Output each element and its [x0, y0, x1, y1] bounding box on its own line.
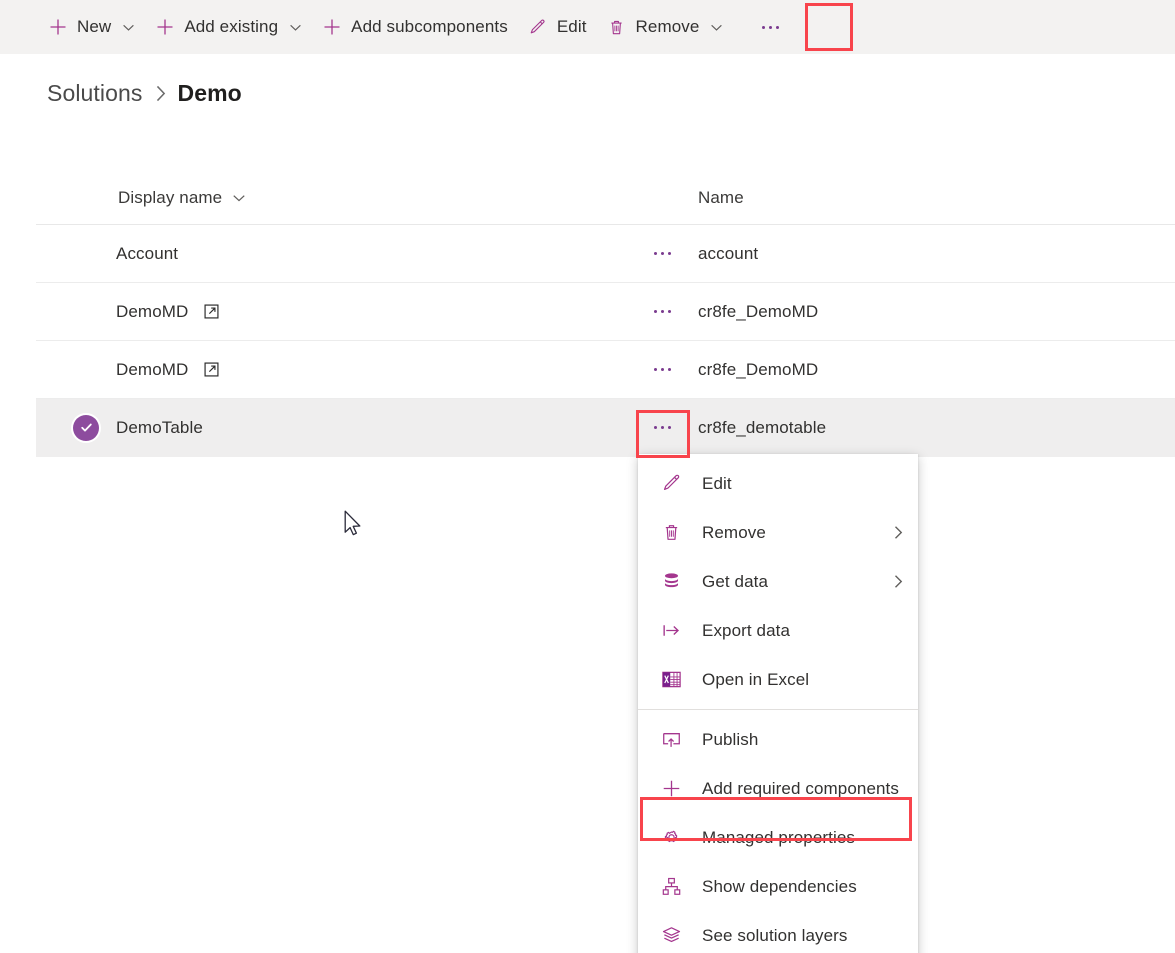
table-row-selected[interactable]: DemoTable cr8fe_demotable	[36, 399, 1175, 457]
chevron-down-icon	[121, 20, 135, 34]
command-bar: New Add existing Add subcomponents Edit	[0, 0, 1175, 54]
menu-item-export-data[interactable]: Export data	[638, 606, 918, 655]
command-new[interactable]: New	[38, 5, 145, 49]
menu-item-get-data[interactable]: Get data	[638, 557, 918, 606]
breadcrumb-separator-icon	[154, 85, 167, 102]
column-header-name-label: Name	[698, 188, 744, 207]
trash-icon	[607, 17, 627, 37]
menu-item-remove[interactable]: Remove	[638, 508, 918, 557]
ellipsis-icon	[653, 426, 671, 429]
command-add-existing[interactable]: Add existing	[145, 5, 312, 49]
external-link-icon[interactable]	[204, 362, 219, 377]
row-actions-button-active[interactable]	[626, 426, 698, 429]
pencil-icon	[528, 17, 548, 37]
row-display-name: Account	[116, 243, 179, 263]
components-grid: Display name Name Account account DemoMD	[36, 172, 1175, 457]
menu-item-edit[interactable]: Edit	[638, 459, 918, 508]
menu-item-edit-label: Edit	[702, 473, 732, 493]
external-link-icon[interactable]	[204, 304, 219, 319]
ellipsis-icon	[761, 25, 779, 29]
command-overflow-button[interactable]	[743, 0, 797, 54]
cell-display-name: DemoMD	[36, 360, 626, 380]
plus-icon	[48, 17, 68, 37]
ellipsis-icon	[653, 310, 671, 313]
table-row[interactable]: DemoMD cr8fe_DemoMD	[36, 283, 1175, 341]
trash-icon	[660, 522, 682, 544]
column-header-display-name-label: Display name	[118, 188, 223, 207]
command-remove[interactable]: Remove	[597, 5, 734, 49]
row-actions-button[interactable]	[626, 368, 698, 371]
row-actions-button[interactable]	[626, 310, 698, 313]
row-check-slot[interactable]	[68, 414, 104, 441]
row-display-name: DemoMD	[116, 359, 189, 379]
chevron-right-icon	[890, 525, 906, 541]
layers-icon	[660, 925, 682, 947]
row-name: cr8fe_DemoMD	[698, 301, 819, 321]
menu-item-get-data-label: Get data	[702, 571, 769, 591]
menu-divider	[638, 709, 918, 710]
menu-item-managed-properties[interactable]: Managed properties	[638, 813, 918, 862]
gear-icon	[660, 827, 682, 849]
cell-display-name: Account	[36, 244, 626, 264]
ellipsis-icon	[653, 368, 671, 371]
ellipsis-icon	[653, 252, 671, 255]
menu-item-export-data-label: Export data	[702, 620, 791, 640]
menu-item-open-in-excel-label: Open in Excel	[702, 669, 810, 689]
menu-item-see-solution-layers-label: See solution layers	[702, 925, 848, 945]
breadcrumb-solutions[interactable]: Solutions	[47, 80, 143, 107]
plus-icon	[322, 17, 342, 37]
command-edit[interactable]: Edit	[518, 5, 597, 49]
menu-item-publish-label: Publish	[702, 729, 759, 749]
column-header-display-name[interactable]: Display name	[36, 188, 626, 208]
menu-item-remove-label: Remove	[702, 522, 766, 542]
row-actions-button[interactable]	[626, 252, 698, 255]
menu-item-publish[interactable]: Publish	[638, 715, 918, 764]
column-header-name[interactable]: Name	[698, 188, 1175, 208]
export-icon	[660, 620, 682, 642]
menu-item-show-dependencies-label: Show dependencies	[702, 876, 857, 896]
cell-display-name: DemoTable	[36, 414, 626, 441]
chevron-right-icon	[890, 574, 906, 590]
command-add-subcomponents[interactable]: Add subcomponents	[312, 5, 518, 49]
command-remove-label: Remove	[635, 17, 700, 36]
menu-item-add-required-components-label: Add required components	[702, 778, 899, 798]
command-edit-label: Edit	[556, 17, 587, 36]
hierarchy-icon	[660, 876, 682, 898]
command-add-existing-label: Add existing	[184, 17, 279, 36]
menu-item-add-required-components[interactable]: Add required components	[638, 764, 918, 813]
mouse-cursor	[344, 510, 364, 545]
excel-icon	[660, 669, 682, 691]
row-context-menu: Edit Remove Get data Export data Open in…	[638, 454, 918, 953]
grid-header-row: Display name Name	[36, 172, 1175, 225]
database-icon	[660, 571, 682, 593]
chevron-down-icon	[709, 20, 723, 34]
row-display-name: DemoMD	[116, 301, 189, 321]
row-display-name: DemoTable	[116, 417, 203, 437]
publish-icon	[660, 729, 682, 751]
plus-icon	[660, 778, 682, 800]
plus-icon	[155, 17, 175, 37]
chevron-down-icon	[232, 191, 246, 205]
table-row[interactable]: Account account	[36, 225, 1175, 283]
menu-item-show-dependencies[interactable]: Show dependencies	[638, 862, 918, 911]
menu-item-see-solution-layers[interactable]: See solution layers	[638, 911, 918, 953]
row-name: cr8fe_demotable	[698, 417, 827, 437]
checkmark-icon[interactable]	[73, 414, 99, 441]
row-name: cr8fe_DemoMD	[698, 359, 819, 379]
menu-item-managed-properties-label: Managed properties	[702, 827, 856, 847]
menu-item-open-in-excel[interactable]: Open in Excel	[638, 655, 918, 704]
command-add-subcomponents-label: Add subcomponents	[351, 17, 508, 36]
table-row[interactable]: DemoMD cr8fe_DemoMD	[36, 341, 1175, 399]
cell-display-name: DemoMD	[36, 302, 626, 322]
chevron-down-icon	[288, 20, 302, 34]
breadcrumb-current: Demo	[177, 80, 242, 106]
pencil-icon	[660, 473, 682, 495]
row-name: account	[698, 243, 759, 263]
command-new-label: New	[77, 17, 112, 36]
breadcrumb: Solutions Demo	[47, 80, 242, 107]
